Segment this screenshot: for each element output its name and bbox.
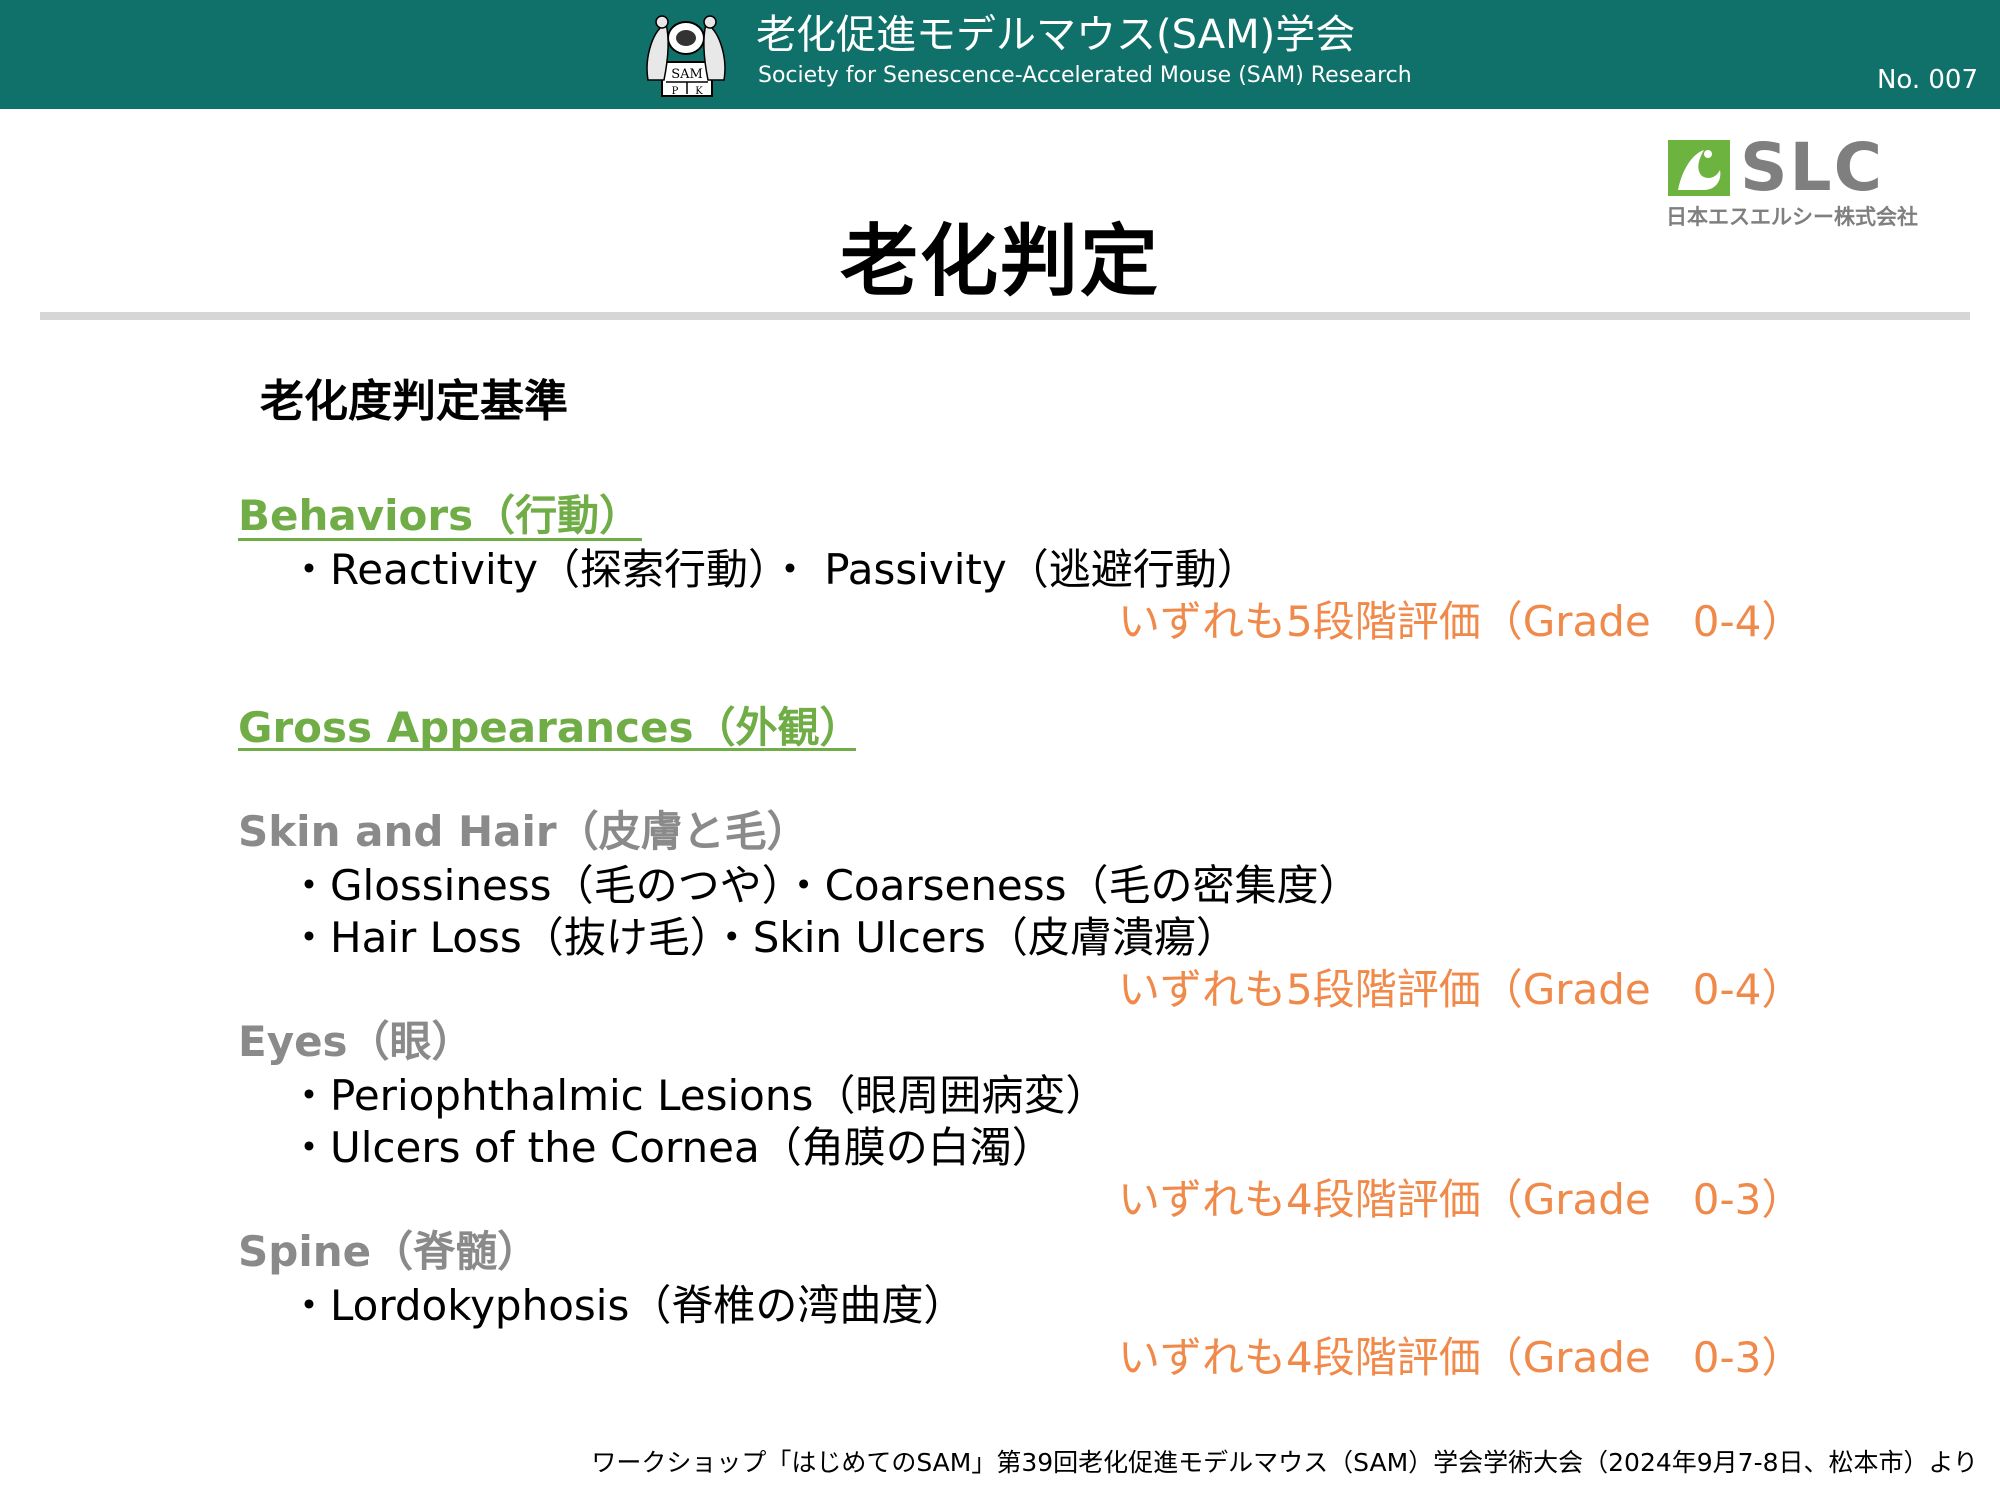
- eyes-item-1: ・Periophthalmic Lesions（眼周囲病変）: [288, 1071, 1108, 1120]
- behaviors-items: ・Reactivity（探索行動）・ Passivity（逃避行動）: [288, 545, 1259, 594]
- skin-hair-heading: Skin and Hair（皮膚と毛）: [238, 807, 809, 856]
- spine-heading: Spine（脊髄）: [238, 1227, 540, 1276]
- slc-mouse-mark-icon: [1668, 140, 1730, 196]
- eyes-grade: いずれも4段階評価（Grade 0-3）: [1118, 1175, 1804, 1224]
- source-footer: ワークショップ「はじめてのSAM」第39回老化促進モデルマウス（SAM）学会学術…: [591, 1448, 1978, 1477]
- behaviors-underline: [238, 538, 642, 541]
- title-divider: [40, 312, 1970, 320]
- slc-logo-text: SLC: [1740, 129, 1885, 206]
- org-name-en: Society for Senescence-Accelerated Mouse…: [758, 63, 1412, 88]
- logo-k-text: K: [695, 86, 703, 97]
- org-name-ja: 老化促進モデルマウス(SAM)学会: [756, 12, 1356, 58]
- sam-society-logo-icon: SAM P K: [646, 15, 726, 97]
- spine-grade: いずれも4段階評価（Grade 0-3）: [1118, 1333, 1804, 1382]
- document-number: No. 007: [1876, 65, 1978, 95]
- skin-hair-grade: いずれも5段階評価（Grade 0-4）: [1118, 965, 1804, 1014]
- eyes-item-2: ・Ulcers of the Cornea（角膜の白濁）: [288, 1123, 1054, 1172]
- behaviors-heading: Behaviors（行動）: [238, 491, 642, 540]
- page-title: 老化判定: [839, 217, 1160, 307]
- logo-sam-text: SAM: [671, 67, 703, 82]
- header-bar: SAM P K 老化促進モデルマウス(SAM)学会 Society for Se…: [0, 0, 2000, 109]
- skin-hair-item-1: ・Glossiness（毛のつや）・Coarseness（毛の密集度）: [288, 861, 1361, 910]
- spine-item-1: ・Lordokyphosis（脊椎の湾曲度）: [288, 1281, 966, 1330]
- skin-hair-item-2: ・Hair Loss（抜け毛）・Skin Ulcers（皮膚潰瘍）: [288, 913, 1238, 962]
- logo-p-text: P: [672, 86, 679, 97]
- gross-appearances-underline: [238, 748, 856, 751]
- eyes-heading: Eyes（眼）: [238, 1017, 474, 1066]
- behaviors-grade: いずれも5段階評価（Grade 0-4）: [1118, 597, 1804, 646]
- criteria-heading: 老化度判定基準: [260, 376, 568, 427]
